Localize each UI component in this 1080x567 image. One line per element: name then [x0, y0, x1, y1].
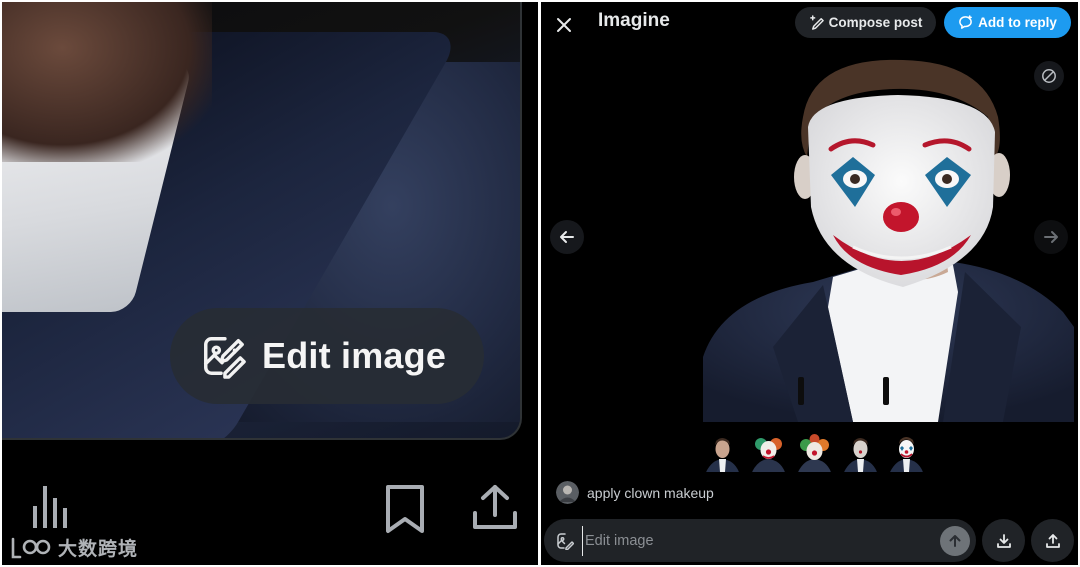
imagine-panel: Imagine Compose post Add to reply apply …	[541, 2, 1078, 565]
compose-post-button[interactable]: Compose post	[795, 7, 936, 38]
share-icon[interactable]	[471, 483, 519, 531]
close-button[interactable]	[549, 10, 579, 40]
arrow-left-icon	[560, 231, 574, 243]
photo-neck	[2, 2, 212, 162]
reply-bubble-icon	[959, 15, 972, 29]
watermark: 大数跨境	[10, 534, 138, 561]
add-to-reply-button[interactable]: Add to reply	[944, 7, 1071, 38]
arrow-up-icon	[949, 535, 961, 547]
sparkle-pen-icon	[809, 15, 824, 30]
thumbnail-strip	[704, 432, 925, 472]
generated-image[interactable]	[703, 57, 1074, 422]
thumbnail-joker-selected[interactable]	[888, 432, 925, 472]
close-icon	[557, 18, 571, 32]
avatar	[556, 481, 579, 504]
watermark-logo-icon	[11, 537, 51, 558]
compose-post-label: Compose post	[828, 15, 923, 30]
page-title: Imagine	[598, 10, 670, 31]
left-post-view: Edit image 大数跨境	[2, 2, 538, 565]
stats-icon[interactable]	[30, 484, 74, 530]
share-upload-button[interactable]	[1031, 519, 1074, 562]
watermark-text: 大数跨境	[58, 538, 139, 560]
prompt-text: apply clown makeup	[587, 484, 714, 501]
download-icon	[996, 533, 1011, 548]
thumbnail-clown-1[interactable]	[750, 432, 787, 472]
edit-image-field	[544, 519, 976, 562]
edit-image-icon	[204, 337, 246, 379]
edit-image-button[interactable]: Edit image	[170, 308, 484, 404]
edit-image-icon	[557, 532, 574, 550]
previous-image-button[interactable]	[550, 220, 584, 254]
thumbnail-clown-2[interactable]	[796, 432, 833, 472]
prompt-history-item: apply clown makeup	[556, 481, 714, 504]
submit-edit-button[interactable]	[940, 526, 970, 556]
add-to-reply-label: Add to reply	[978, 15, 1057, 30]
edit-image-label: Edit image	[262, 335, 447, 376]
upload-icon	[1045, 533, 1060, 548]
bookmark-icon[interactable]	[384, 483, 426, 535]
thumbnail-portrait[interactable]	[842, 432, 879, 472]
edit-image-input[interactable]	[582, 525, 922, 556]
post-photo[interactable]: Edit image	[2, 2, 522, 440]
thumbnail-original[interactable]	[704, 432, 741, 472]
download-button[interactable]	[982, 519, 1025, 562]
